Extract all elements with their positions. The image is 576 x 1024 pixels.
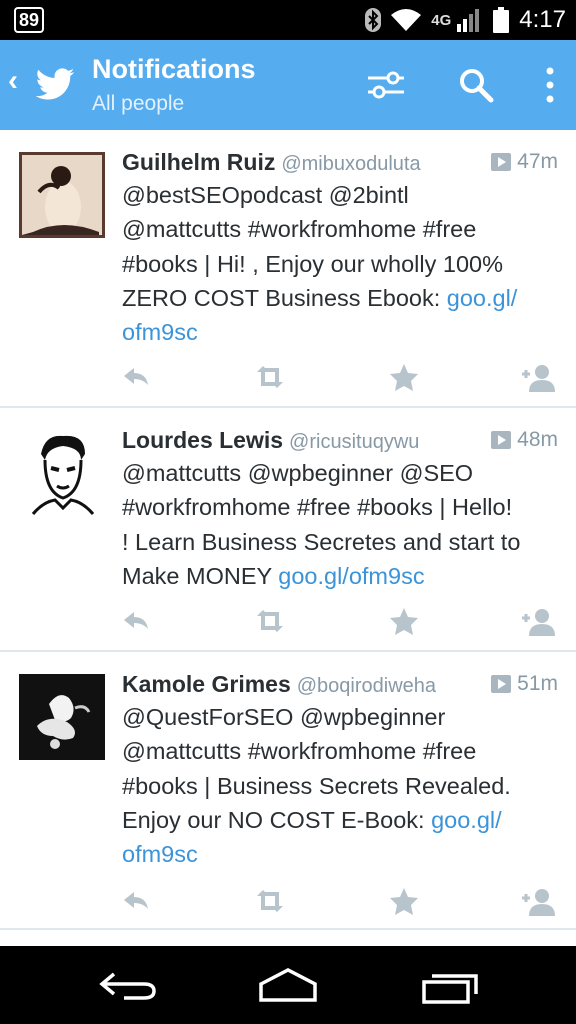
recents-icon[interactable] — [416, 964, 486, 1008]
tweet-link[interactable]: ofm9sc — [122, 841, 198, 867]
clock: 4:17 — [519, 6, 566, 33]
avatar[interactable] — [19, 152, 105, 238]
tweet-item[interactable]: Guilhelm Ruiz @mibuxoduluta 47m @bestSEOp… — [0, 130, 576, 408]
signal-icon — [457, 9, 480, 32]
wifi-icon — [391, 9, 422, 31]
tweet-time: 47m — [517, 150, 558, 173]
timestamp: 47m — [491, 146, 558, 178]
tweet-item[interactable]: Lourdes Lewis @ricusituqywu 48m @mattcutt… — [0, 408, 576, 652]
battery-icon — [493, 7, 510, 33]
avatar[interactable] — [19, 430, 105, 516]
avatar[interactable] — [19, 674, 105, 760]
author-name[interactable]: Guilhelm Ruiz — [122, 149, 275, 175]
media-play-icon — [491, 153, 512, 171]
tweet-line: #workfromhome #free #books | Hello! — [122, 494, 513, 521]
retweet-icon[interactable] — [252, 884, 288, 918]
tweet-actions — [0, 604, 576, 640]
tweet-time: 48m — [517, 428, 558, 451]
author-name[interactable]: Kamole Grimes — [122, 671, 291, 697]
more-vert-icon[interactable] — [530, 64, 570, 106]
favorite-icon[interactable] — [386, 360, 422, 394]
timestamp: 48m — [491, 424, 558, 456]
status-bar: 89 4G 4:17 — [0, 0, 576, 40]
network-type: 4G — [431, 11, 452, 29]
retweet-icon[interactable] — [252, 604, 288, 638]
status-icons: 4G 4:17 — [365, 0, 566, 40]
tweet-link[interactable]: goo.gl/ — [431, 807, 502, 833]
system-nav-bar — [0, 946, 576, 1024]
follow-icon[interactable] — [520, 884, 556, 918]
author-handle[interactable]: @boqirodiweha — [297, 675, 436, 697]
page-subtitle[interactable]: All people — [92, 92, 184, 116]
tweet-text: @bestSEOpodcast @2bintl @mattcutts #work… — [122, 178, 558, 349]
reply-icon[interactable] — [120, 604, 156, 638]
tweet-line: #books | Business Secrets Revealed. — [122, 772, 511, 799]
tweet-line: @mattcutts @wpbeginner @SEO — [122, 460, 474, 486]
tweet-line: @bestSEOpodcast @2bintl — [122, 182, 409, 208]
tweet-line: @QuestForSEO @wpbeginner — [122, 704, 446, 730]
tweet-line: @mattcutts #workfromhome #free — [122, 216, 477, 243]
reply-icon[interactable] — [120, 360, 156, 394]
bluetooth-icon — [365, 8, 382, 32]
author-handle[interactable]: @mibuxoduluta — [281, 153, 420, 175]
favorite-icon[interactable] — [386, 884, 422, 918]
tweet-line: ! Learn Business Secretes and start to — [122, 528, 521, 555]
tweet-line: Make MONEY — [122, 562, 279, 589]
tweet-text: @QuestForSEO @wpbeginner @mattcutts #wor… — [122, 700, 558, 871]
notification-badge: 89 — [14, 7, 45, 33]
home-icon[interactable] — [253, 964, 323, 1008]
follow-icon[interactable] — [520, 604, 556, 638]
tweet-text: @mattcutts @wpbeginner @SEO #workfromhom… — [122, 456, 558, 593]
media-play-icon — [491, 675, 512, 693]
page-title: Notifications — [92, 54, 256, 84]
tweet-line: #books | Hi! , Enjoy our wholly 100% — [122, 250, 503, 277]
search-icon[interactable] — [457, 64, 497, 106]
tweet-actions — [0, 360, 576, 396]
back-icon[interactable] — [94, 964, 164, 1008]
filter-icon[interactable] — [366, 64, 406, 106]
media-play-icon — [491, 431, 512, 449]
retweet-icon[interactable] — [252, 360, 288, 394]
twitter-bird-icon[interactable] — [34, 64, 76, 106]
tweet-item[interactable]: Kamole Grimes @boqirodiweha 51m @QuestFor… — [0, 652, 576, 930]
tweet-line: ZERO COST Business Ebook: — [122, 284, 447, 311]
follow-icon[interactable] — [520, 360, 556, 394]
notification-count: 89 — [14, 7, 45, 33]
tweet-link[interactable]: goo.gl/ofm9sc — [278, 563, 424, 589]
author-handle[interactable]: @ricusituqywu — [289, 431, 419, 453]
tweet-line: Enjoy our NO COST E-Book: — [122, 806, 432, 833]
notifications-feed[interactable]: Guilhelm Ruiz @mibuxoduluta 47m @bestSEOp… — [0, 130, 576, 930]
reply-icon[interactable] — [120, 884, 156, 918]
back-chevron-icon[interactable]: ‹ — [8, 66, 18, 96]
tweet-actions — [0, 884, 576, 920]
tweet-link[interactable]: ofm9sc — [122, 319, 198, 345]
tweet-time: 51m — [517, 672, 558, 695]
favorite-icon[interactable] — [386, 604, 422, 638]
tweet-line: @mattcutts #workfromhome #free — [122, 738, 477, 765]
timestamp: 51m — [491, 668, 558, 700]
action-bar: ‹ Notifications All people — [0, 40, 576, 130]
author-name[interactable]: Lourdes Lewis — [122, 427, 283, 453]
tweet-link[interactable]: goo.gl/ — [447, 285, 518, 311]
